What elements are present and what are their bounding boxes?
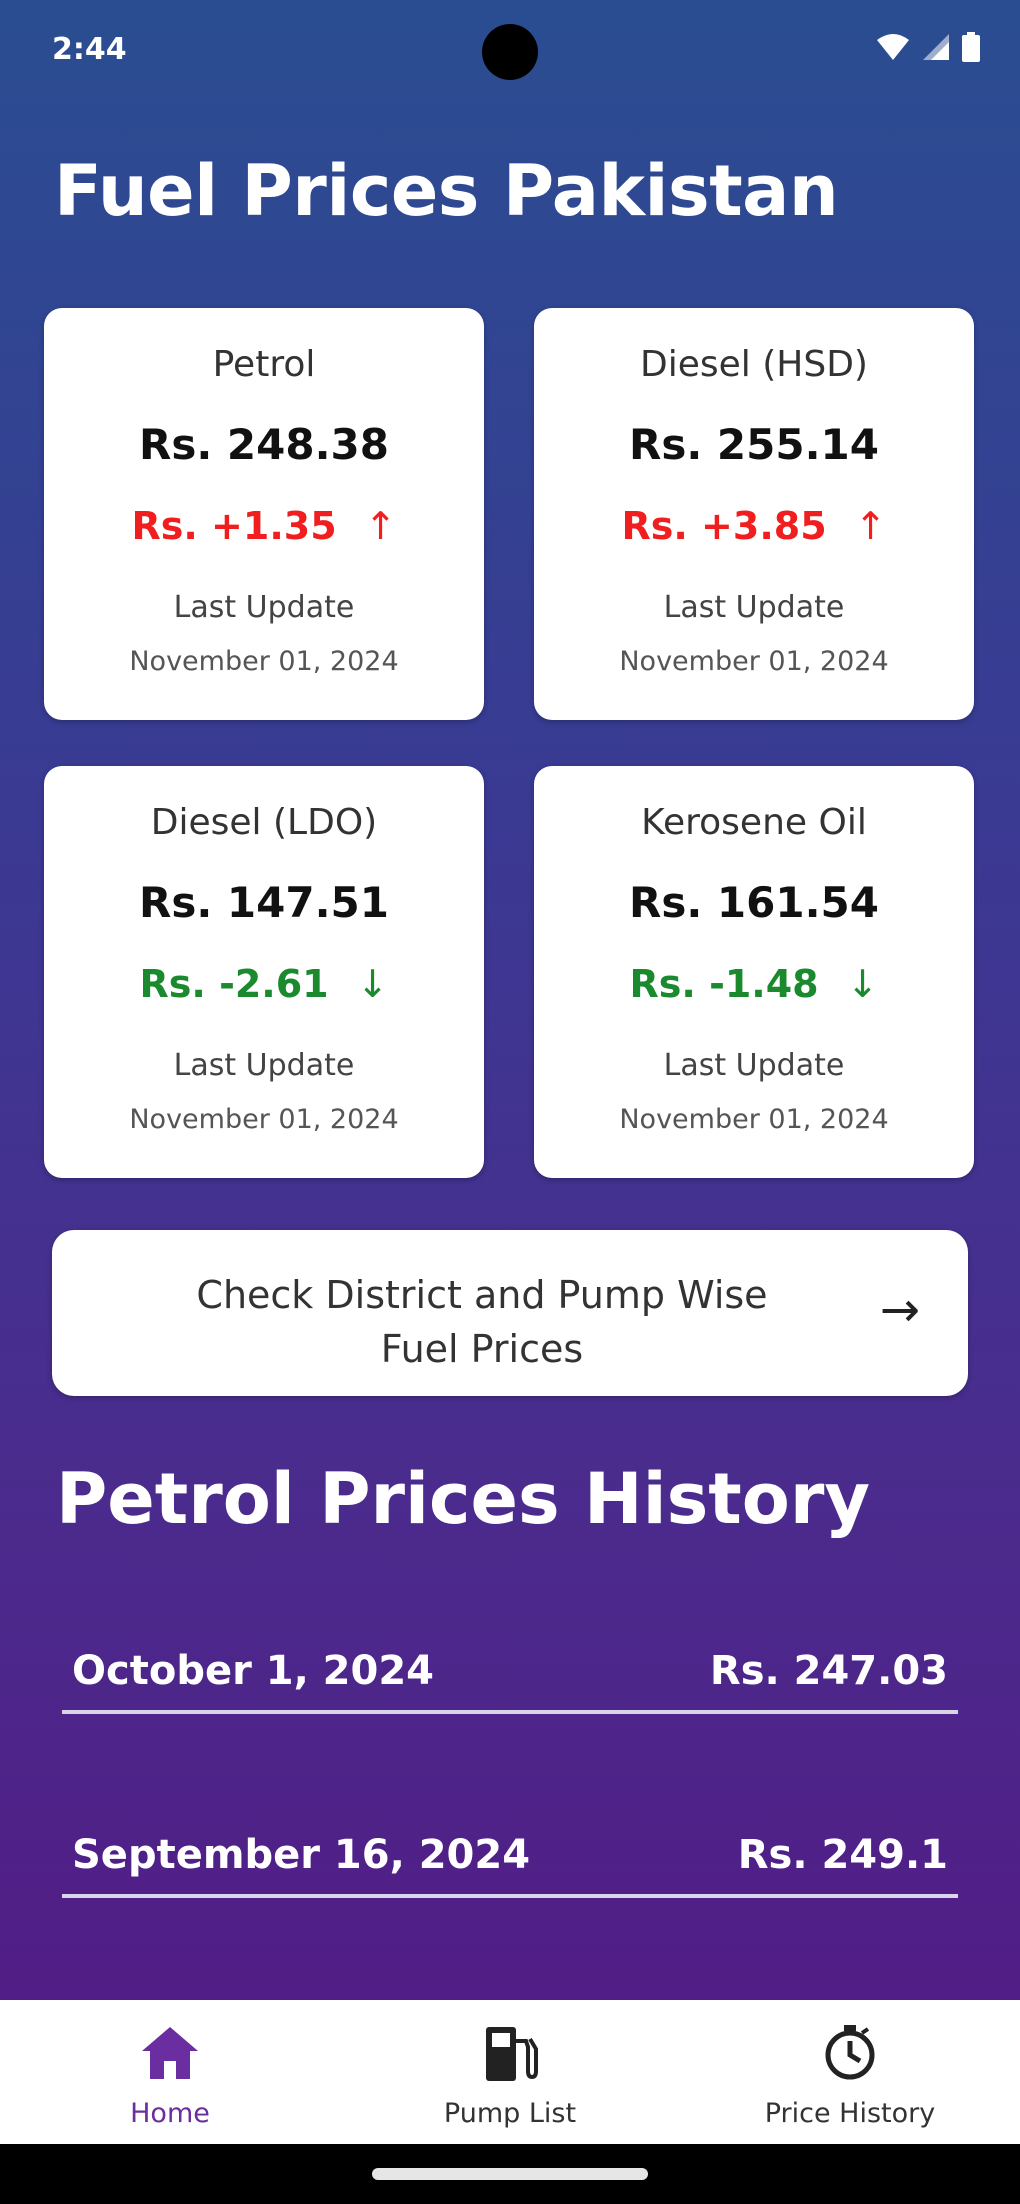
arrow-down-icon: ↓ (356, 962, 389, 1006)
price-change-value: Rs. -1.48 (629, 962, 819, 1006)
last-update-date: November 01, 2024 (619, 646, 889, 677)
fuel-card-petrol[interactable]: Petrol Rs. 248.38 Rs. +1.35 ↑ Last Updat… (44, 308, 484, 720)
status-icons (876, 32, 980, 66)
nav-label-home: Home (130, 2098, 210, 2129)
page-title: Fuel Prices Pakistan (54, 150, 839, 232)
last-update-date: November 01, 2024 (129, 1104, 399, 1135)
district-button-line1: Check District and Pump Wise (196, 1273, 768, 1317)
wifi-icon (876, 33, 910, 65)
fuel-name: Diesel (HSD) (640, 344, 868, 385)
last-update-date: November 01, 2024 (619, 1104, 889, 1135)
nav-label-price-history: Price History (764, 2098, 936, 2129)
price-history-icon (700, 2018, 1000, 2088)
divider (62, 1894, 958, 1898)
district-button-line2: Fuel Prices (380, 1327, 584, 1371)
fuel-price: Rs. 248.38 (139, 420, 389, 469)
fuel-price: Rs. 161.54 (629, 878, 879, 927)
last-update-date: November 01, 2024 (129, 646, 399, 677)
nav-item-price-history[interactable]: Price History (700, 2018, 1000, 2129)
history-price: Rs. 247.03 (709, 1648, 948, 1694)
fuel-name: Diesel (LDO) (150, 802, 378, 843)
system-gesture-bar (0, 2144, 1020, 2204)
fuel-pump-icon (360, 2018, 660, 2088)
fuel-price: Rs. 147.51 (139, 878, 389, 927)
arrow-up-icon: ↑ (364, 504, 397, 548)
history-price: Rs. 249.1 (737, 1832, 948, 1878)
price-change-value: Rs. -2.61 (139, 962, 329, 1006)
price-change-value: Rs. +1.35 (131, 504, 337, 548)
history-date: September 16, 2024 (72, 1832, 531, 1878)
district-button-label: Check District and Pump Wise Fuel Prices (102, 1268, 862, 1376)
nav-item-pump-list[interactable]: Pump List (360, 2018, 660, 2129)
battery-icon (962, 32, 980, 66)
district-pump-prices-button[interactable]: Check District and Pump Wise Fuel Prices… (52, 1230, 968, 1396)
last-update-label: Last Update (663, 1048, 845, 1083)
bottom-navigation: Home Pump List Price History (0, 2000, 1020, 2144)
price-change: Rs. +1.35 ↑ (44, 504, 484, 548)
fuel-card-diesel-ldo[interactable]: Diesel (LDO) Rs. 147.51 Rs. -2.61 ↓ Last… (44, 766, 484, 1178)
arrow-down-icon: ↓ (846, 962, 879, 1006)
signal-icon (922, 33, 950, 65)
divider (62, 1710, 958, 1714)
status-time: 2:44 (52, 32, 127, 67)
app-screen: 2:44 Fuel Prices Pakistan Petrol Rs. 248… (0, 0, 1020, 2000)
nav-label-pump-list: Pump List (443, 2098, 577, 2129)
fuel-price: Rs. 255.14 (629, 420, 879, 469)
last-update-label: Last Update (663, 590, 845, 625)
history-section-title: Petrol Prices History (56, 1458, 870, 1540)
nav-item-home[interactable]: Home (20, 2018, 320, 2129)
fuel-card-kerosene-oil[interactable]: Kerosene Oil Rs. 161.54 Rs. -1.48 ↓ Last… (534, 766, 974, 1178)
home-icon (20, 2018, 320, 2088)
history-row[interactable]: September 16, 2024 Rs. 249.1 (62, 1798, 958, 1898)
arrow-up-icon: ↑ (854, 504, 887, 548)
last-update-label: Last Update (173, 1048, 355, 1083)
home-gesture-handle[interactable] (372, 2168, 648, 2180)
price-change: Rs. -2.61 ↓ (44, 962, 484, 1006)
camera-cutout (482, 24, 538, 80)
price-change: Rs. +3.85 ↑ (534, 504, 974, 548)
price-change-value: Rs. +3.85 (621, 504, 827, 548)
history-date: October 1, 2024 (72, 1648, 435, 1694)
fuel-name: Kerosene Oil (641, 802, 867, 843)
last-update-label: Last Update (173, 590, 355, 625)
price-change: Rs. -1.48 ↓ (534, 962, 974, 1006)
arrow-right-icon: → (879, 1282, 920, 1338)
history-row[interactable]: October 1, 2024 Rs. 247.03 (62, 1614, 958, 1714)
status-bar: 2:44 (0, 0, 1020, 100)
fuel-card-diesel-hsd[interactable]: Diesel (HSD) Rs. 255.14 Rs. +3.85 ↑ Last… (534, 308, 974, 720)
fuel-name: Petrol (212, 344, 316, 385)
